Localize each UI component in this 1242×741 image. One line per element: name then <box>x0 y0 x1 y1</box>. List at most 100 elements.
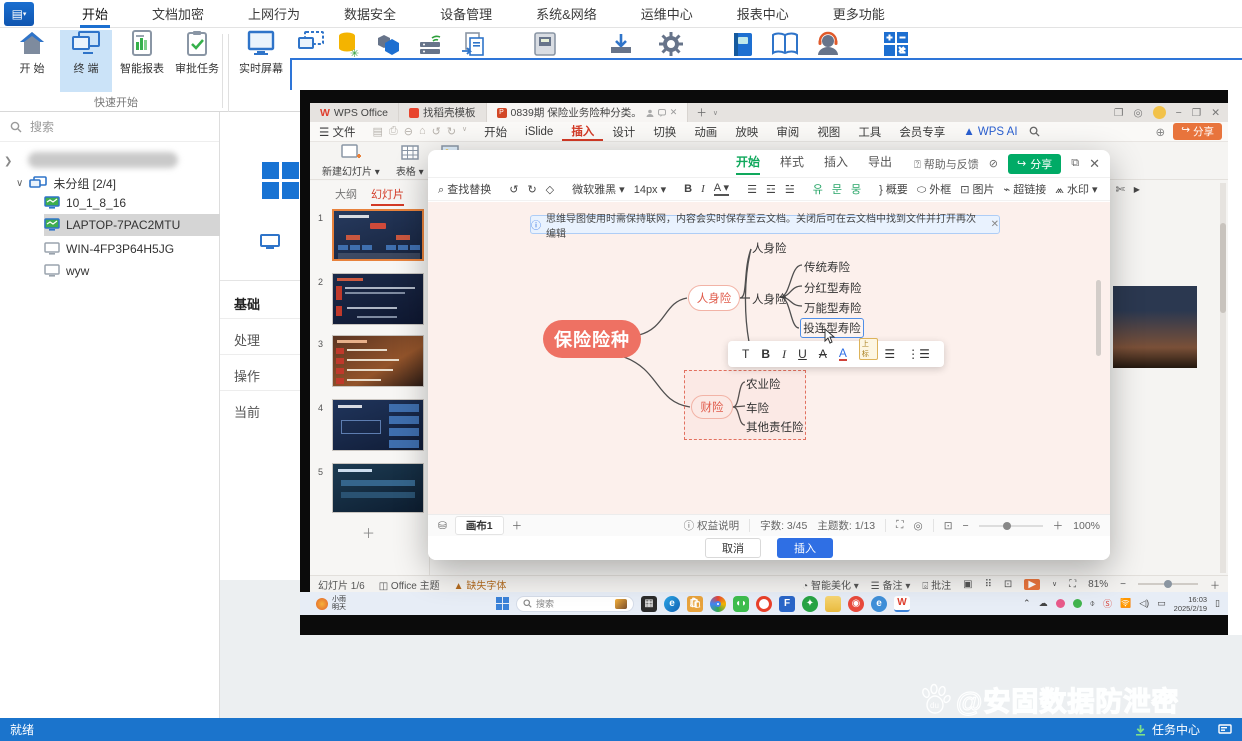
panel-item-basic[interactable]: 基础 <box>234 294 260 313</box>
wps-menu-design[interactable]: 设计 <box>603 124 644 140</box>
play-button[interactable]: ▶ <box>1024 578 1041 590</box>
mindmap-tab-style[interactable]: 样式 <box>780 153 804 175</box>
tab-list-icon[interactable]: ∨ <box>713 109 718 117</box>
menu-ops-center[interactable]: 运维中心 <box>639 0 695 28</box>
wps-file-menu[interactable]: ☰ 文件 <box>310 124 365 140</box>
notification-icon[interactable]: ▯ <box>1215 598 1220 609</box>
layers-icon[interactable]: ⛁ <box>438 520 447 532</box>
tray-phone-icon[interactable]: ⌽ <box>1090 598 1095 609</box>
outline-tab[interactable]: 大纲 <box>335 186 357 206</box>
calculator-icon[interactable] <box>883 31 909 57</box>
font-size-select[interactable]: 14px ▾ <box>634 183 666 196</box>
panel-item-operate[interactable]: 操作 <box>234 366 260 385</box>
taskbar-wechat-icon[interactable]: ◖◗ <box>733 595 749 612</box>
mindmap-node-traditional-life[interactable]: 传统寿险 <box>804 259 850 275</box>
layout-icon[interactable]: ❐ <box>1114 107 1123 119</box>
zoom-slider[interactable] <box>978 521 1043 530</box>
lock-icon[interactable]: ⊘ <box>989 157 998 170</box>
new-slide-button[interactable]: 新建幻灯片 ▾ <box>322 143 380 178</box>
bullet-list-button[interactable]: ☰ <box>884 347 895 361</box>
slide-thumbnail-1[interactable] <box>332 209 424 261</box>
tree-item-terminal[interactable]: 10_1_8_16 <box>44 192 220 214</box>
wps-menu-transition[interactable]: 切换 <box>644 124 685 140</box>
save-icon[interactable]: ▤ <box>373 125 383 138</box>
view-normal-icon[interactable]: ▣ <box>963 579 972 590</box>
avatar[interactable] <box>1152 106 1166 119</box>
comment-icon[interactable] <box>657 108 666 117</box>
taskbar-chrome-icon[interactable] <box>710 595 726 612</box>
mindmap-tab-export[interactable]: 导出 <box>868 153 892 175</box>
numbered-list-button[interactable]: ⋮☰ <box>907 347 930 361</box>
server-wifi-icon[interactable] <box>418 31 444 57</box>
mindmap-node-life-insurance[interactable]: 人身险 <box>688 285 740 311</box>
menu-more[interactable]: 更多功能 <box>831 0 887 28</box>
print-icon[interactable]: ⎙ <box>389 125 398 138</box>
text-style-button[interactable]: T <box>742 347 749 361</box>
doc-transfer-icon[interactable] <box>460 31 486 58</box>
start-button[interactable] <box>496 597 509 610</box>
ribbon-start-button[interactable]: 开 始 <box>6 30 58 92</box>
mindmap-node-auto[interactable]: 车险 <box>746 400 769 416</box>
rights-info-button[interactable]: ⓘ 权益说明 <box>684 518 739 533</box>
wps-menu-insert[interactable]: 插入 <box>562 123 604 141</box>
chevron-down-icon[interactable]: ∨ <box>462 125 467 138</box>
view-sorter-icon[interactable]: ⠿ <box>985 579 992 590</box>
tree-root-caret[interactable]: ❯ <box>4 156 12 167</box>
slides-tab[interactable]: 幻灯片 <box>371 186 404 206</box>
insert-button[interactable]: 插入 <box>777 538 833 558</box>
taskbar-green-app-icon[interactable]: ✦ <box>802 595 818 612</box>
align-center-icon[interactable]: ☲ <box>766 183 776 196</box>
theme-label[interactable]: ◫ Office 主题 <box>379 577 440 592</box>
menu-start[interactable]: 开始 <box>80 0 111 28</box>
tray-dot-icon[interactable] <box>1055 599 1065 608</box>
cut-icon[interactable]: ✄ <box>1116 183 1125 196</box>
taskbar-ie-icon[interactable]: e <box>871 595 887 612</box>
mindmap-node-other-liability[interactable]: 其他责任险 <box>746 419 804 435</box>
mindmap-canvas[interactable]: ⓘ 思维导图使用时需保持联网，内容会实时保存至云文档。关闭后可在云文档中找到文件… <box>428 202 1110 514</box>
taskbar-red-app-icon[interactable]: ◉ <box>848 595 864 612</box>
tray-expand-icon[interactable]: ⌃ <box>1023 598 1031 609</box>
notes-button[interactable]: ☰ 备注 ▾ <box>871 577 911 592</box>
chevron-down-icon[interactable]: ∨ <box>1052 580 1057 588</box>
fit-icon[interactable]: ⛶ <box>1069 579 1076 590</box>
menu-doc-encrypt[interactable]: 文档加密 <box>150 0 206 28</box>
wps-docer-tab[interactable]: 找稻壳模板 <box>399 103 487 122</box>
battery-icon[interactable]: ▭ <box>1157 598 1166 609</box>
weather-widget[interactable]: 小雨 明天 <box>316 596 346 612</box>
download-icon[interactable] <box>608 31 634 58</box>
new-tab-icon[interactable]: ＋ <box>696 105 707 120</box>
wps-menu-member[interactable]: 会员专享 <box>890 124 954 140</box>
support-headset-icon[interactable] <box>815 31 841 57</box>
italic-button[interactable]: I <box>701 183 705 195</box>
taskbar-f-icon[interactable]: F <box>779 595 795 612</box>
watermark-button[interactable]: ⩕ 水印 ▾ <box>1055 181 1097 197</box>
minimap-icon[interactable]: ⊡ <box>944 520 953 532</box>
fit-view-icon[interactable]: ⛶ <box>896 519 903 532</box>
search-icon[interactable] <box>1029 126 1040 137</box>
align-left-icon[interactable]: ☰ <box>747 183 757 196</box>
wps-menu-start[interactable]: 开始 <box>475 124 516 140</box>
more-tools-icon[interactable]: ▶ <box>1134 185 1140 194</box>
restore-icon[interactable]: ❐ <box>1192 107 1201 119</box>
mindmap-node-universal-life[interactable]: 万能型寿险 <box>804 300 862 316</box>
tray-dot2-icon[interactable] <box>1072 599 1082 608</box>
panel-item-process[interactable]: 处理 <box>234 330 260 349</box>
menu-web-behavior[interactable]: 上网行为 <box>246 0 302 28</box>
tree-item-terminal[interactable]: wyw <box>44 260 220 282</box>
export-icon[interactable]: ⊖ <box>404 125 413 138</box>
sidebar-search[interactable]: 搜索 <box>0 112 219 142</box>
manual-book-icon[interactable] <box>731 31 755 58</box>
panel-item-current[interactable]: 当前 <box>234 402 260 421</box>
cloud-icon[interactable]: ⌂ <box>419 125 426 138</box>
database-icon[interactable]: ✳ <box>336 31 360 58</box>
taskbar-folder-icon[interactable] <box>825 595 841 612</box>
missing-font-warning[interactable]: ▲ 缺失字体 <box>454 577 507 592</box>
close-tab-icon[interactable]: ✕ <box>670 107 678 118</box>
wps-menu-slideshow[interactable]: 放映 <box>726 124 767 140</box>
close-icon[interactable]: ✕ <box>1211 107 1220 119</box>
slide-thumbnail-2[interactable] <box>332 273 424 325</box>
tree-item-blurred[interactable] <box>28 152 178 168</box>
superscript-button[interactable]: Σx上标 <box>858 338 879 361</box>
taskbar-store-icon[interactable]: 🛍 <box>687 595 703 612</box>
menu-report-center[interactable]: 报表中心 <box>735 0 791 28</box>
